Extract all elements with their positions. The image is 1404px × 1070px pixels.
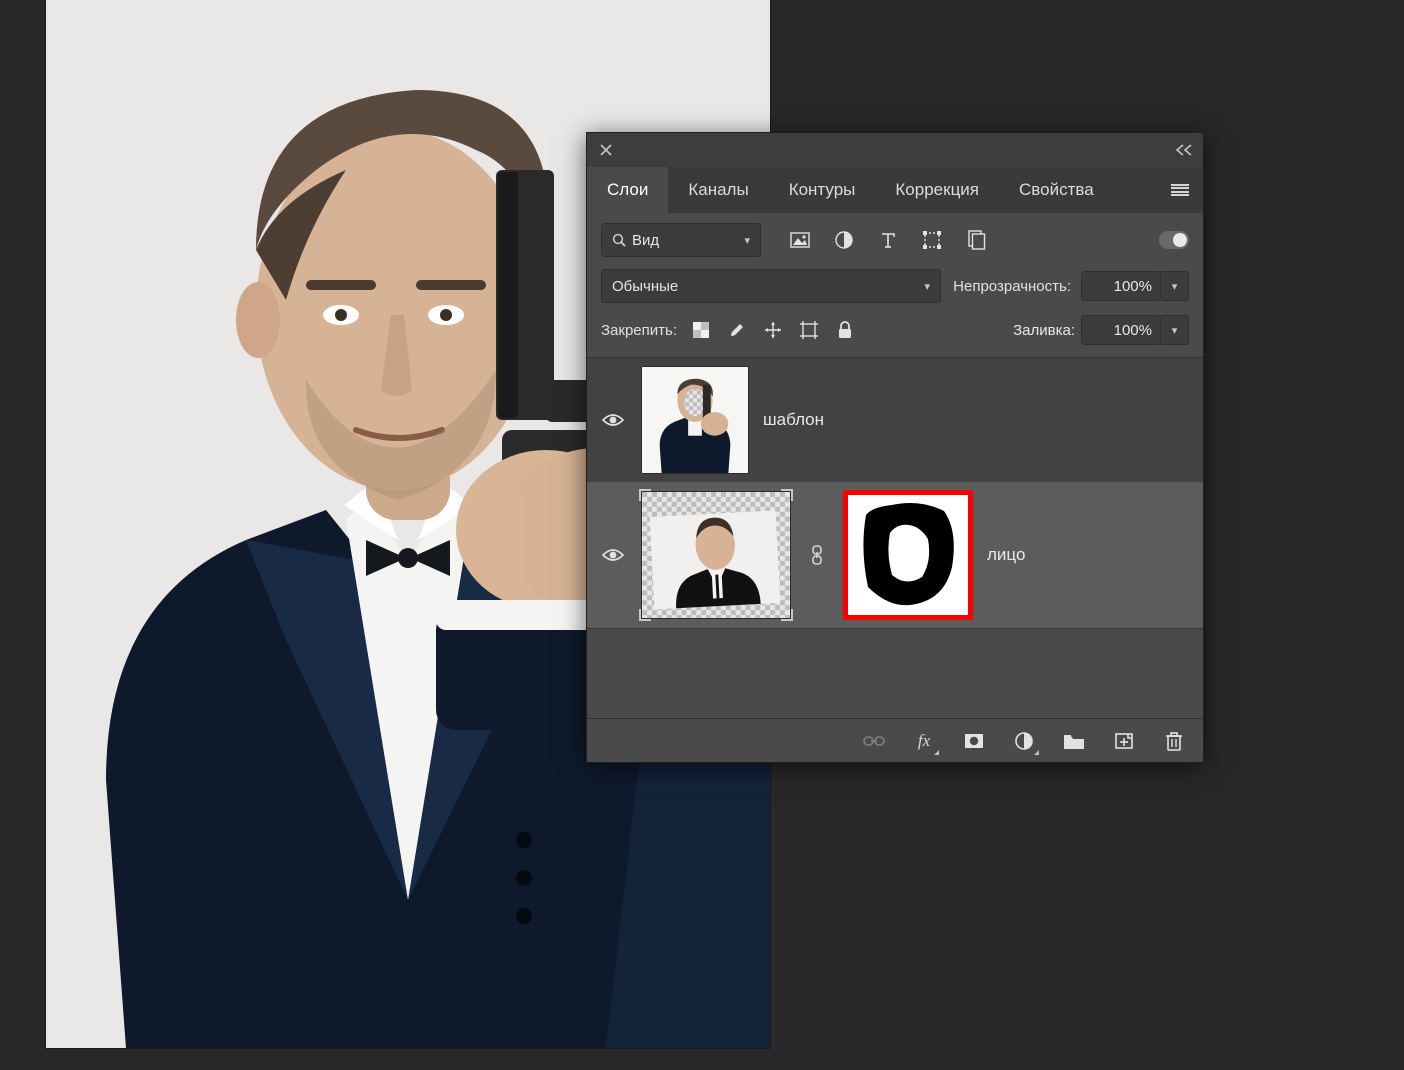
visibility-toggle[interactable] <box>599 541 627 569</box>
lock-row: Закрепить: Заливка: <box>587 309 1203 357</box>
filter-shape-icon[interactable] <box>921 229 943 251</box>
layer-kind-select[interactable]: Вид ▾ <box>601 223 761 257</box>
layer-row[interactable]: шаблон <box>587 358 1203 482</box>
hamburger-icon <box>1171 184 1189 196</box>
search-icon <box>612 233 626 247</box>
chevron-down-icon: ▾ <box>1172 280 1178 293</box>
blend-mode-select[interactable]: Обычные ▾ <box>601 269 941 303</box>
visibility-toggle[interactable] <box>599 406 627 434</box>
delete-layer-icon[interactable] <box>1163 730 1185 752</box>
link-mask-icon[interactable] <box>805 545 829 565</box>
lock-artboard-icon[interactable] <box>799 320 819 340</box>
fill-label: Заливка: <box>1013 322 1075 339</box>
layer-effects-icon[interactable]: fx <box>913 730 935 752</box>
panel-menu-button[interactable] <box>1157 167 1203 213</box>
lock-position-icon[interactable] <box>763 320 783 340</box>
tab-label: Каналы <box>688 180 748 200</box>
opacity-dropdown[interactable]: ▾ <box>1161 271 1189 301</box>
opacity-input[interactable]: 100% <box>1081 271 1161 301</box>
lock-label: Закрепить: <box>601 322 677 339</box>
layers-footer: fx <box>587 718 1203 762</box>
panel-titlebar[interactable] <box>587 133 1203 167</box>
layer-name[interactable]: шаблон <box>763 410 824 430</box>
blend-row: Обычные ▾ Непрозрачность: 100% ▾ <box>587 263 1203 309</box>
layer-row[interactable]: лицо <box>587 482 1203 628</box>
select-text: Вид <box>632 232 659 249</box>
filter-pixel-icon[interactable] <box>789 229 811 251</box>
filter-text-icon[interactable] <box>877 229 899 251</box>
tab-layers[interactable]: Слои <box>587 167 668 213</box>
opacity-label: Непрозрачность: <box>953 278 1071 295</box>
layer-mask-thumbnail[interactable] <box>843 490 973 620</box>
layer-thumbnail[interactable] <box>641 366 749 474</box>
fill-input[interactable]: 100% <box>1081 315 1161 345</box>
tab-properties[interactable]: Свойства <box>999 167 1114 213</box>
add-adjustment-icon[interactable] <box>1013 730 1035 752</box>
link-layers-icon <box>863 730 885 752</box>
tab-label: Коррекция <box>895 180 979 200</box>
chevron-down-icon: ▾ <box>924 280 930 293</box>
fill-value: 100% <box>1114 322 1152 339</box>
filter-adjustment-icon[interactable] <box>833 229 855 251</box>
lock-paint-icon[interactable] <box>727 320 747 340</box>
add-mask-icon[interactable] <box>963 730 985 752</box>
tab-label: Слои <box>607 180 648 200</box>
tab-channels[interactable]: Каналы <box>668 167 768 213</box>
layer-filter-row: Вид ▾ <box>587 213 1203 263</box>
tab-adjustments[interactable]: Коррекция <box>875 167 999 213</box>
layers-panel: Слои Каналы Контуры Коррекция Свойства В… <box>586 132 1204 763</box>
new-group-icon[interactable] <box>1063 730 1085 752</box>
select-text: Обычные <box>612 278 678 295</box>
layers-list: шаблон <box>587 357 1203 718</box>
lock-transparent-icon[interactable] <box>691 320 711 340</box>
opacity-value: 100% <box>1114 278 1152 295</box>
tab-label: Свойства <box>1019 180 1094 200</box>
chevron-down-icon: ▾ <box>744 234 750 247</box>
layer-name[interactable]: лицо <box>987 545 1025 565</box>
tab-label: Контуры <box>789 180 856 200</box>
close-icon[interactable] <box>597 141 615 159</box>
layer-thumbnail[interactable] <box>641 491 791 619</box>
tab-paths[interactable]: Контуры <box>769 167 876 213</box>
lock-all-icon[interactable] <box>835 320 855 340</box>
collapse-icon[interactable] <box>1175 144 1193 156</box>
new-layer-icon[interactable] <box>1113 730 1135 752</box>
fill-dropdown[interactable]: ▾ <box>1161 315 1189 345</box>
filter-smartobject-icon[interactable] <box>965 229 987 251</box>
layers-empty-area[interactable] <box>587 628 1203 718</box>
filter-toggle[interactable] <box>1159 231 1189 249</box>
chevron-down-icon: ▾ <box>1172 324 1178 337</box>
panel-tabs: Слои Каналы Контуры Коррекция Свойства <box>587 167 1203 213</box>
